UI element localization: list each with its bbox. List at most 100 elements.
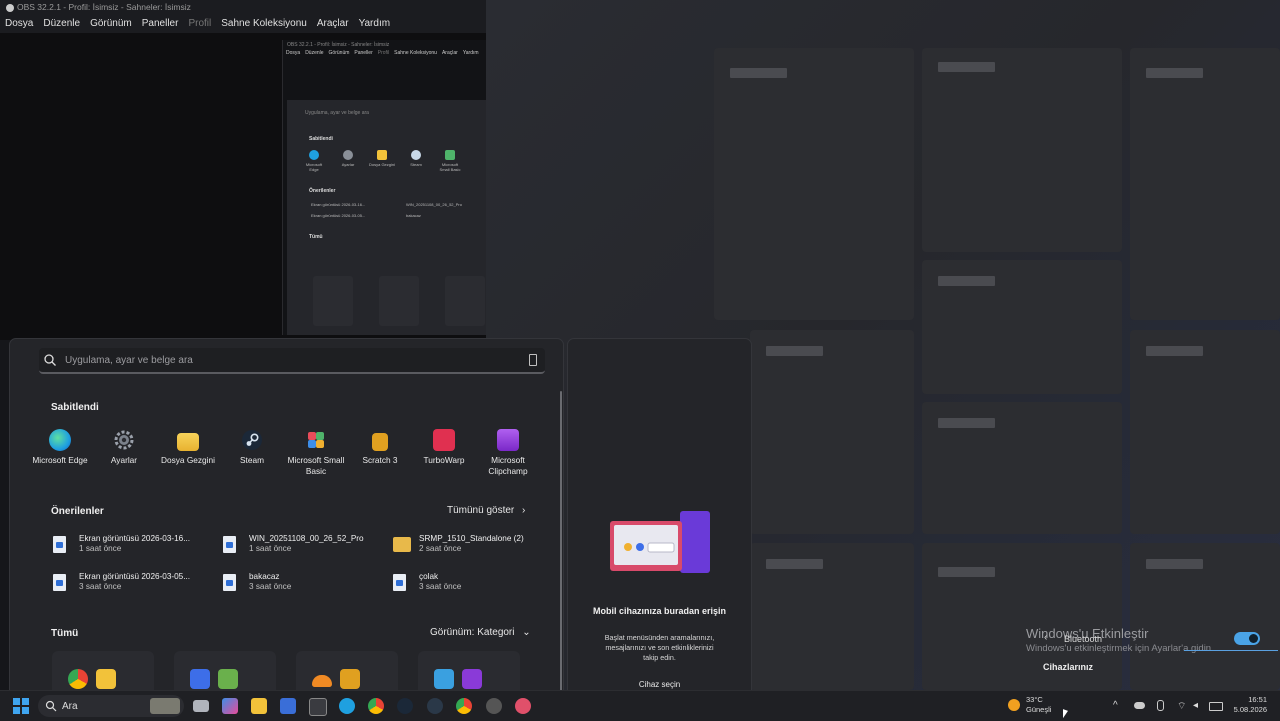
recommended-item[interactable]: WIN_20251108_00_26_52_Pro 1 saat önce <box>223 532 393 556</box>
obs-menu-profil[interactable]: Profil <box>188 18 211 29</box>
choose-device-button[interactable]: Cihaz seçin <box>568 679 751 690</box>
chevron-right-icon: › <box>522 505 526 516</box>
file-explorer-icon[interactable] <box>251 698 267 714</box>
nested-pin: Microsoft Small Basic <box>437 150 463 172</box>
recommended-item[interactable]: bakacaz 3 saat önce <box>223 570 393 594</box>
pinned-app-edge[interactable]: Microsoft Edge <box>28 429 92 476</box>
window-thumbnail[interactable] <box>750 543 914 690</box>
pinned-app-label: Microsoft Small Basic <box>287 455 345 476</box>
app-category-card[interactable] <box>52 651 154 691</box>
folder-icon <box>393 536 411 552</box>
thumbnail-title-placeholder <box>730 68 787 78</box>
windows-start-icon[interactable] <box>13 698 29 714</box>
battery-icon[interactable] <box>1209 702 1223 711</box>
phone-icon[interactable] <box>529 354 537 366</box>
chevron-down-icon: ⌄ <box>522 627 531 638</box>
obs-window: OBS 32.2.1 - Profil: İsimsiz - Sahneler:… <box>0 0 487 340</box>
obs-menu-duzenle[interactable]: Düzenle <box>43 18 80 29</box>
rec-time: 1 saat önce <box>249 544 292 553</box>
pinned-app-scratch[interactable]: Scratch 3 <box>348 429 412 476</box>
window-thumbnail[interactable] <box>922 260 1122 394</box>
nested-pin-label: Dosya Gezgini <box>369 162 396 167</box>
store-icon[interactable] <box>280 698 296 714</box>
search-highlight-icon <box>150 698 180 714</box>
devices-heading: Cihazlarınız <box>1043 662 1094 672</box>
image-file-icon <box>223 535 236 553</box>
app-icon[interactable] <box>486 698 502 714</box>
microphone-icon[interactable] <box>1157 700 1164 711</box>
steam-icon[interactable] <box>397 698 413 714</box>
recommended-item[interactable]: SRMP_1510_Standalone (2) 2 saat önce <box>393 532 563 556</box>
volume-icon[interactable]: ◂ <box>1193 700 1198 711</box>
nested-pinned-title: Sabitlendi <box>309 136 333 142</box>
nested-app-card <box>445 276 485 326</box>
image-file-icon <box>223 573 236 591</box>
gear-icon <box>343 150 353 160</box>
gear-icon <box>113 429 135 451</box>
show-all-button[interactable]: Tümünü göster › <box>447 505 525 516</box>
app-category-card[interactable] <box>418 651 520 691</box>
pinned-app-small-basic[interactable]: Microsoft Small Basic <box>284 429 348 476</box>
nested-menu-item: Düzenle <box>305 50 324 56</box>
pinned-app-file-explorer[interactable]: Dosya Gezgini <box>156 429 220 476</box>
app-category-card[interactable] <box>174 651 276 691</box>
obs-menu-araclar[interactable]: Araçlar <box>317 18 349 29</box>
pinned-app-turbowarp[interactable]: TurboWarp <box>412 429 476 476</box>
window-thumbnail[interactable] <box>1130 48 1280 320</box>
pinned-app-clipchamp[interactable]: Microsoft Clipchamp <box>476 429 540 476</box>
recommended-item[interactable]: Ekran görüntüsü 2026-03-05... 3 saat önce <box>53 570 223 594</box>
thumbnail-title-placeholder <box>938 567 995 577</box>
edge-icon[interactable] <box>339 698 355 714</box>
chrome-icon[interactable] <box>368 698 384 714</box>
nested-app-card <box>313 276 353 326</box>
nested-pin-label: Microsoft Small Basic <box>439 162 461 172</box>
obs-menu-gorunum[interactable]: Görünüm <box>90 18 132 29</box>
obs-menu-sahne-koleksiyonu[interactable]: Sahne Koleksiyonu <box>221 18 307 29</box>
phone-link-title: Mobil cihazınıza buradan erişin <box>592 606 727 616</box>
steam-icon[interactable] <box>427 698 443 714</box>
copilot-icon[interactable] <box>222 698 238 714</box>
search-icon <box>45 699 57 717</box>
weather-widget[interactable]: 33°C Güneşli <box>1008 695 1051 714</box>
view-mode-label: Görünüm: Kategori <box>430 627 515 638</box>
start-search-box[interactable] <box>39 348 545 374</box>
obs-menu-yardim[interactable]: Yardım <box>359 18 391 29</box>
app-icon <box>434 669 454 689</box>
image-file-icon <box>393 573 406 591</box>
mouse-cursor-icon <box>1063 709 1068 720</box>
obs-icon[interactable] <box>309 698 327 716</box>
onedrive-icon[interactable] <box>1134 702 1145 709</box>
window-thumbnail[interactable] <box>750 330 914 534</box>
chrome-icon[interactable] <box>456 698 472 714</box>
clock[interactable]: 16:51 5.08.2026 <box>1234 695 1267 715</box>
taskbar-search-label: Ara <box>62 700 78 712</box>
bluetooth-toggle[interactable] <box>1234 632 1260 645</box>
obs-menu-dosya[interactable]: Dosya <box>5 18 33 29</box>
recommended-item[interactable]: Ekran görüntüsü 2026-03-16... 1 saat önce <box>53 532 223 556</box>
chevron-up-icon[interactable]: ^ <box>1113 700 1118 711</box>
pinned-app-settings[interactable]: Ayarlar <box>92 429 156 476</box>
window-thumbnail[interactable] <box>922 402 1122 534</box>
window-thumbnail[interactable] <box>922 48 1122 252</box>
nested-rec: Ekran görüntüsü 2026-03-05... <box>311 213 366 218</box>
window-thumbnail[interactable] <box>714 48 914 320</box>
view-mode-button[interactable]: Görünüm: Kategori ⌄ <box>430 627 531 638</box>
app-category-card[interactable] <box>296 651 398 691</box>
obs-menu-paneller[interactable]: Paneller <box>142 18 179 29</box>
back-chevron-icon[interactable]: ‹ <box>1044 632 1047 643</box>
recommended-item[interactable]: çolak 3 saat önce <box>393 570 563 594</box>
start-scrollbar[interactable] <box>560 391 562 691</box>
start-search-input[interactable] <box>63 353 507 367</box>
pinned-app-label: Ayarlar <box>110 455 138 465</box>
chrome-icon <box>68 669 88 689</box>
wifi-icon[interactable]: ⌔ <box>1177 700 1186 713</box>
pinned-app-steam[interactable]: Steam <box>220 429 284 476</box>
app-icon[interactable] <box>515 698 531 714</box>
window-thumbnail[interactable] <box>1130 330 1280 534</box>
taskbar-search[interactable]: Ara <box>38 695 184 717</box>
pinned-app-label: Microsoft Clipchamp <box>488 455 528 476</box>
rec-name: Ekran görüntüsü 2026-03-16... <box>79 533 191 543</box>
task-view-icon[interactable] <box>193 700 209 712</box>
nested-pin: Dosya Gezgini <box>369 150 395 172</box>
nested-title: OBS 32.2.1 - Profil: İsimsiz - Sahneler:… <box>287 42 390 48</box>
